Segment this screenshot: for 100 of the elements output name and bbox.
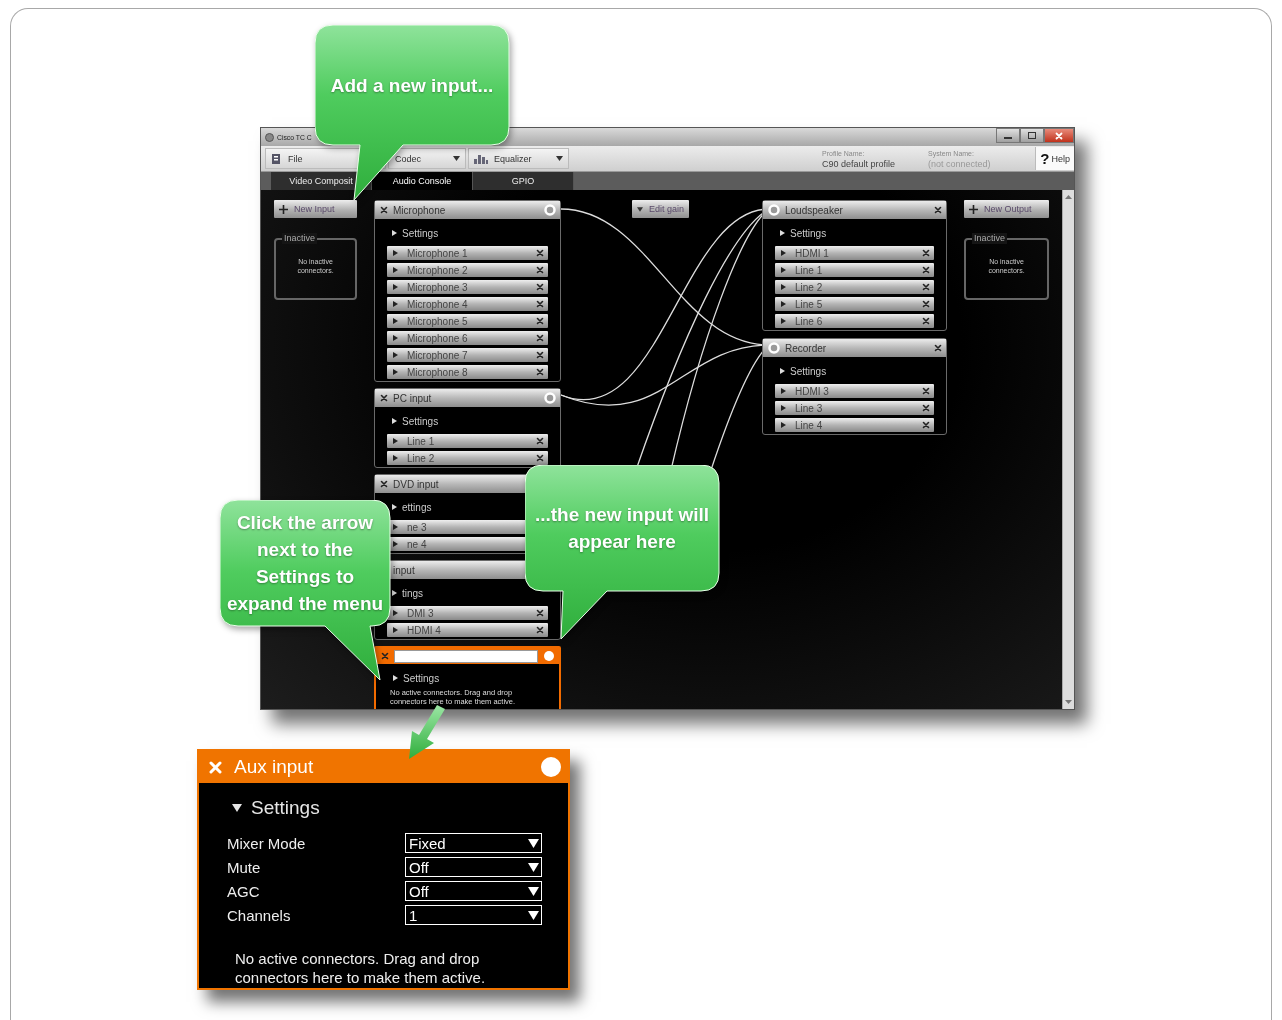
settings-toggle[interactable]: Settings (775, 223, 934, 243)
connector-row[interactable]: Microphone 1 (387, 246, 548, 260)
scroll-down-icon[interactable] (1065, 700, 1072, 704)
scroll-up-icon[interactable] (1065, 195, 1072, 199)
expand-arrow-icon[interactable] (392, 249, 398, 257)
connector-row[interactable]: Line 6 (775, 314, 934, 328)
help-button[interactable]: ?Help (1035, 147, 1074, 170)
expand-arrow-icon[interactable] (392, 437, 398, 445)
expand-arrow-icon[interactable] (392, 368, 398, 376)
connector-row[interactable]: Microphone 3 (387, 280, 548, 294)
connector-row[interactable]: Microphone 4 (387, 297, 548, 311)
expand-arrow-icon[interactable] (392, 266, 398, 274)
connector-row[interactable]: HDMI 3 (775, 384, 934, 398)
caret-icon[interactable] (528, 838, 539, 848)
tab[interactable]: Audio Console (372, 172, 473, 190)
close-icon[interactable] (536, 334, 544, 342)
expand-arrow-icon[interactable] (780, 283, 786, 291)
connector-row[interactable]: Line 1 (775, 263, 934, 277)
expand-arrow-icon[interactable] (392, 283, 398, 291)
expand-arrow-icon[interactable] (392, 351, 398, 359)
expand-arrow-icon[interactable] (392, 523, 398, 531)
close-icon[interactable] (536, 249, 544, 257)
close-icon[interactable] (536, 454, 544, 462)
connector-row[interactable]: Line 5 (775, 297, 934, 311)
connector-icon[interactable] (768, 204, 780, 216)
expand-arrow-icon[interactable] (392, 300, 398, 308)
caret-icon[interactable] (528, 862, 539, 872)
close-icon[interactable] (922, 249, 930, 257)
connector-row[interactable]: Microphone 2 (387, 263, 548, 277)
close-icon[interactable] (536, 609, 544, 617)
expand-arrow-icon[interactable] (391, 589, 397, 597)
minimize-button[interactable] (996, 128, 1020, 143)
close-icon[interactable] (922, 300, 930, 308)
dropdown[interactable]: Off (405, 881, 542, 901)
expand-arrow-icon[interactable] (391, 417, 397, 425)
new-input-button[interactable]: New Input (274, 200, 357, 218)
close-button[interactable] (1044, 128, 1074, 143)
close-icon[interactable] (380, 206, 388, 214)
expand-arrow-icon[interactable] (391, 503, 397, 511)
close-icon[interactable] (536, 368, 544, 376)
expand-arrow-icon[interactable] (779, 229, 785, 237)
expand-arrow-icon[interactable] (780, 404, 786, 412)
connector-row[interactable]: Line 2 (775, 280, 934, 294)
close-icon[interactable] (536, 317, 544, 325)
name-field[interactable] (394, 649, 538, 663)
caret-icon[interactable] (528, 910, 539, 920)
connector-icon[interactable] (543, 650, 555, 662)
close-icon[interactable] (536, 300, 544, 308)
close-icon[interactable] (381, 652, 389, 660)
connector-row[interactable]: Microphone 7 (387, 348, 548, 362)
close-icon[interactable] (934, 206, 942, 214)
codec-menu[interactable]: Codec (388, 148, 466, 169)
dropdown[interactable]: Off (405, 857, 542, 877)
close-icon[interactable] (536, 351, 544, 359)
settings-toggle[interactable]: Settings (387, 223, 548, 243)
close-icon[interactable] (922, 317, 930, 325)
close-icon[interactable] (536, 266, 544, 274)
close-icon[interactable] (934, 344, 942, 352)
connector-row[interactable]: HDMI 4 (387, 623, 548, 637)
close-icon[interactable] (922, 387, 930, 395)
connector-row[interactable]: DMI 3 (387, 606, 548, 620)
expand-arrow-icon[interactable] (391, 229, 397, 237)
expand-arrow-icon[interactable] (392, 454, 398, 462)
expand-arrow-icon[interactable] (392, 626, 398, 634)
connector-icon[interactable] (768, 342, 780, 354)
expand-arrow-icon[interactable] (780, 317, 786, 325)
settings-toggle[interactable]: Settings (388, 668, 547, 688)
maximize-button[interactable] (1020, 128, 1044, 143)
close-icon[interactable] (536, 283, 544, 291)
equalizer-menu[interactable]: Equalizer (468, 148, 569, 169)
dropdown[interactable]: 1 (405, 905, 542, 925)
expand-arrow-icon[interactable] (392, 334, 398, 342)
scrollbar[interactable] (1062, 190, 1074, 709)
close-icon[interactable] (380, 394, 388, 402)
close-icon[interactable] (922, 283, 930, 291)
connector-row[interactable]: Line 2 (387, 451, 548, 465)
expand-arrow-icon[interactable] (392, 540, 398, 548)
connector-row[interactable]: Microphone 6 (387, 331, 548, 345)
connector-row[interactable]: HDMI 1 (775, 246, 934, 260)
close-icon[interactable] (922, 266, 930, 274)
caret-icon[interactable] (528, 886, 539, 896)
settings-toggle[interactable]: Settings (775, 361, 934, 381)
connector-icon[interactable] (540, 756, 562, 778)
expand-arrow-icon[interactable] (780, 300, 786, 308)
close-icon[interactable] (922, 404, 930, 412)
close-icon[interactable] (380, 480, 388, 488)
connector-icon[interactable] (544, 204, 556, 216)
connector-row[interactable]: Microphone 8 (387, 365, 548, 379)
new-output-button[interactable]: New Output (964, 200, 1049, 218)
expand-arrow-icon[interactable] (780, 249, 786, 257)
expand-arrow-icon[interactable] (779, 367, 785, 375)
close-icon[interactable] (922, 421, 930, 429)
connector-row[interactable]: Line 3 (775, 401, 934, 415)
settings-toggle[interactable]: tings (387, 583, 548, 603)
expand-arrow-icon[interactable] (392, 674, 398, 682)
connector-row[interactable]: Line 1 (387, 434, 548, 448)
settings-toggle[interactable]: Settings (387, 411, 548, 431)
expand-arrow-icon[interactable] (780, 266, 786, 274)
expand-arrow-icon[interactable] (780, 387, 786, 395)
edit-gain-button[interactable]: Edit gain (632, 200, 689, 218)
